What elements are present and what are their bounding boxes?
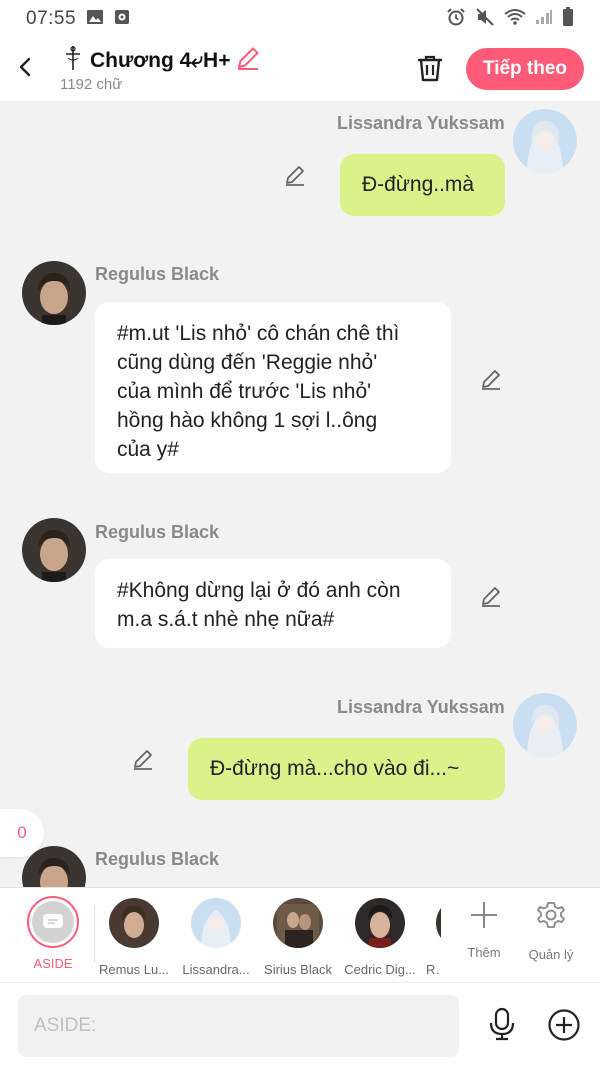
gallery-icon	[86, 9, 104, 30]
plus-icon	[471, 902, 497, 928]
character-remus[interactable]: Remus Lu...	[93, 898, 175, 977]
message-line: #Không dừng lại ở đó anh còn	[117, 579, 401, 602]
character-cedric[interactable]: Cedric Dig...	[339, 898, 421, 977]
message-bubble[interactable]: Đ-đừng mà...cho vào đi...~	[188, 738, 505, 800]
avatar-regulus[interactable]	[22, 518, 86, 582]
status-time: 07:55	[26, 8, 77, 29]
voice-input-button[interactable]	[487, 1007, 517, 1041]
message-bubble[interactable]: Đ-đừng..mà	[340, 154, 505, 216]
next-button[interactable]: Tiếp theo	[466, 48, 584, 90]
sender-name: Lissandra Yukssam	[337, 697, 505, 717]
input-bar: ASIDE:	[0, 982, 600, 1067]
chat-area[interactable]: Lissandra Yukssam Đ-đừng..mà Regulus Bla…	[0, 101, 600, 887]
status-bar: 07:55	[0, 0, 600, 38]
message-bubble[interactable]: #m.ut 'Lis nhỏ' cô chán chê thì cũng dùn…	[95, 302, 451, 473]
character-name: Re	[426, 962, 441, 977]
add-circle-icon	[548, 1009, 580, 1041]
message-line: của mình để trước 'Lis nhỏ'	[117, 380, 372, 403]
chat-bubble-icon	[43, 914, 63, 928]
chapter-title-text: Chương 4⤶H+	[90, 49, 231, 72]
aside-label: ASIDE	[33, 956, 73, 971]
character-sirius[interactable]: Sirius Black	[257, 898, 339, 977]
word-count: 1192 chữ	[60, 76, 123, 93]
add-label: Thêm	[467, 945, 501, 960]
trash-icon	[417, 55, 443, 82]
more-options-button[interactable]	[547, 1008, 581, 1042]
message-line: hồng hào không 1 sợi l..ông	[117, 409, 378, 432]
add-character-button[interactable]: Thêm	[452, 900, 516, 960]
avatar-lissandra[interactable]	[513, 109, 577, 173]
edit-icon[interactable]	[479, 584, 503, 608]
chapter-title[interactable]: Chương 4⤶H+	[60, 44, 261, 78]
cross-icon	[60, 44, 86, 78]
sender-name: Lissandra Yukssam	[337, 113, 505, 133]
wifi-icon	[504, 8, 526, 31]
avatar	[436, 898, 441, 948]
avatar-lissandra[interactable]	[513, 693, 577, 757]
aside-character[interactable]: ASIDE	[18, 896, 88, 971]
sender-name: Regulus Black	[95, 522, 220, 542]
message-input[interactable]: ASIDE:	[18, 995, 459, 1057]
manage-button[interactable]: Quản lý	[519, 900, 583, 962]
back-arrow-icon	[19, 57, 31, 77]
avatar	[273, 898, 323, 948]
alarm-icon	[446, 7, 466, 32]
sender-name: Regulus Black	[95, 264, 220, 284]
edit-icon[interactable]	[283, 163, 307, 187]
gear-icon	[537, 902, 565, 928]
message-line: #m.ut 'Lis nhỏ' cô chán chê thì	[117, 322, 400, 345]
manage-label: Quản lý	[528, 947, 574, 962]
character-name: Sirius Black	[264, 962, 332, 977]
character-lissandra[interactable]: Lissandra...	[175, 898, 257, 977]
battery-icon	[562, 6, 574, 32]
delete-button[interactable]	[414, 52, 446, 84]
chapter-header: Chương 4⤶H+ 1192 chữ Tiếp theo	[0, 38, 600, 101]
avatar	[355, 898, 405, 948]
edit-icon[interactable]	[479, 367, 503, 391]
character-bar: ASIDE Remus Lu... Lissandra... Sirius Bl…	[0, 887, 600, 982]
app-notification-icon	[114, 9, 130, 30]
message-bubble[interactable]: #Không dừng lại ở đó anh còn m.a s.á.t n…	[95, 559, 451, 648]
edit-icon[interactable]	[131, 747, 155, 771]
avatar-regulus[interactable]	[22, 261, 86, 325]
message-line: m.a s.á.t nhè nhẹ nữa#	[117, 608, 335, 631]
edit-title-icon[interactable]	[235, 45, 261, 77]
character-name: Cedric Dig...	[344, 962, 416, 977]
character-name: Lissandra...	[182, 962, 250, 977]
back-button[interactable]	[14, 52, 36, 82]
avatar	[191, 898, 241, 948]
character-name: Remus Lu...	[98, 962, 170, 977]
microphone-icon	[489, 1007, 515, 1041]
message-line: cũng dùng đến 'Reggie nhỏ'	[117, 351, 378, 374]
character-partial[interactable]: Re	[421, 898, 441, 977]
message-line: của y#	[117, 438, 179, 461]
mute-icon	[475, 7, 495, 32]
sender-name: Regulus Black	[95, 849, 220, 869]
avatar	[109, 898, 159, 948]
signal-icon	[535, 9, 553, 30]
